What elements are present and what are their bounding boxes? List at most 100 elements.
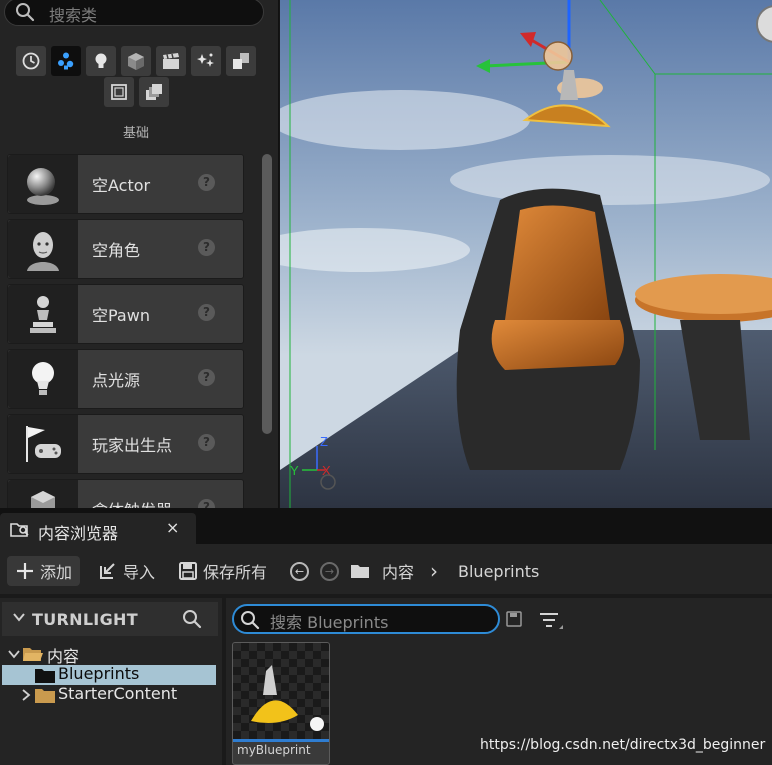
- help-icon[interactable]: ?: [198, 434, 215, 451]
- visual-effects-category-button[interactable]: [191, 46, 221, 76]
- basic-shapes-icon: [58, 52, 74, 70]
- chair-seat-cushion: [491, 320, 624, 370]
- basic-category-button[interactable]: [51, 46, 81, 76]
- actor-thumb: [8, 480, 78, 508]
- asset-tile[interactable]: myBlueprint: [232, 642, 330, 765]
- add-button-label: 添加: [40, 563, 73, 582]
- actor-item-label: 点光源: [92, 371, 141, 390]
- breadcrumb-label: 内容: [382, 563, 415, 582]
- tree-item-label: Blueprints: [58, 664, 140, 683]
- arrow-right-icon: →: [320, 561, 339, 581]
- actor-item-empty-actor[interactable]: 空Actor ?: [7, 154, 244, 214]
- import-button[interactable]: 导入: [98, 557, 155, 585]
- add-button[interactable]: 添加: [7, 556, 80, 586]
- history-back-button[interactable]: ←: [290, 557, 309, 585]
- tree-item-label: StarterContent: [58, 684, 178, 703]
- actor-item-empty-character[interactable]: 空角色 ?: [7, 219, 244, 279]
- breadcrumb-separator[interactable]: ›: [430, 557, 438, 585]
- close-tab-icon[interactable]: ×: [166, 518, 179, 537]
- all-classes-category-button[interactable]: [139, 77, 169, 107]
- class-search-placeholder: 搜索类: [49, 6, 98, 25]
- help-icon[interactable]: ?: [198, 304, 215, 321]
- help-icon[interactable]: ?: [198, 174, 215, 191]
- save-icon: [179, 562, 197, 580]
- breadcrumb-label: Blueprints: [458, 561, 540, 581]
- tree-item-blueprints[interactable]: Blueprints: [2, 664, 216, 685]
- actor-item-box-trigger[interactable]: 盒体触发器 ?: [7, 479, 244, 508]
- content-browser-toolbar: 添加 导入 保存所有 ← → 内容 › Blueprints: [0, 544, 772, 594]
- save-all-button-label: 保存所有: [203, 563, 268, 582]
- folder-icon: [35, 669, 55, 683]
- watermark-text: https://blog.csdn.net/directx3d_beginner: [480, 737, 766, 753]
- cinematic-clapper-icon: [163, 53, 179, 69]
- arrow-left-icon: ←: [290, 561, 309, 581]
- cloud: [280, 90, 530, 150]
- asset-search-box[interactable]: 搜索 Blueprints: [232, 604, 500, 634]
- geometry-category-button[interactable]: [226, 46, 256, 76]
- character-head-icon: [27, 232, 59, 271]
- lightbulb-icon: [95, 53, 107, 68]
- chevron-down-icon[interactable]: [8, 648, 20, 660]
- cube-icon: [128, 53, 144, 70]
- shapes-category-button[interactable]: [121, 46, 151, 76]
- pawn-icon: [30, 296, 56, 333]
- actor-item-label: 空Actor: [92, 176, 151, 195]
- breadcrumb-blueprints[interactable]: Blueprints: [458, 557, 539, 585]
- actor-list-scrollbar[interactable]: [262, 154, 272, 434]
- history-forward-button[interactable]: →: [320, 557, 339, 585]
- actor-item-label: 空Pawn: [92, 306, 150, 325]
- cinematic-category-button[interactable]: [156, 46, 186, 76]
- actor-item-player-start[interactable]: 玩家出生点 ?: [7, 414, 244, 474]
- actor-item-point-light[interactable]: 点光源 ?: [7, 349, 244, 409]
- viewport-scene: Z Y X: [280, 0, 772, 508]
- recent-category-button[interactable]: [16, 46, 46, 76]
- breadcrumb-content[interactable]: 内容: [382, 557, 414, 585]
- asset-thumbnail: [233, 643, 329, 739]
- search-icon: [16, 3, 35, 22]
- tree-item-content[interactable]: 内容: [2, 644, 216, 666]
- actor-thumb: [8, 415, 78, 473]
- path-root-folder-button[interactable]: [350, 557, 375, 585]
- axis-label-z: Z: [320, 434, 328, 449]
- import-icon: [100, 563, 115, 579]
- class-search-box[interactable]: 搜索类: [4, 0, 264, 26]
- actor-thumb: [8, 155, 78, 213]
- help-icon[interactable]: ?: [198, 239, 215, 256]
- sources-header[interactable]: TURNLIGHT: [2, 602, 218, 636]
- category-toolbar: [16, 46, 256, 76]
- volumes-category-button[interactable]: [104, 77, 134, 107]
- save-search-icon[interactable]: [506, 611, 522, 627]
- actor-item-label: 盒体触发器: [92, 497, 172, 508]
- filter-icon[interactable]: [538, 610, 564, 630]
- actor-item-empty-pawn[interactable]: 空Pawn ?: [7, 284, 244, 344]
- lights-category-button[interactable]: [86, 46, 116, 76]
- search-icon[interactable]: [182, 609, 202, 629]
- all-classes-icon: [146, 84, 162, 100]
- asset-name: myBlueprint: [237, 743, 311, 757]
- actor-thumb: [8, 220, 78, 278]
- chevron-right-icon[interactable]: [20, 689, 32, 701]
- tab-title: 内容浏览器: [38, 524, 119, 543]
- help-icon[interactable]: ?: [198, 369, 215, 386]
- search-icon: [241, 611, 260, 630]
- chair-back-cushion: [505, 205, 610, 320]
- cloud: [450, 155, 770, 205]
- visual-effects-icon: [197, 53, 214, 67]
- help-icon[interactable]: ?: [198, 499, 215, 508]
- axis-label-y: Y: [290, 463, 299, 478]
- asset-type-strip: [233, 739, 329, 742]
- chevron-right-icon: ›: [430, 559, 438, 583]
- chevron-down-icon: [13, 613, 25, 622]
- level-viewport[interactable]: Z Y X: [280, 0, 772, 508]
- tree-item-starter-content[interactable]: StarterContent: [2, 684, 216, 705]
- project-name: TURNLIGHT: [32, 610, 138, 629]
- category-toolbar-row-2: [104, 77, 169, 107]
- content-browser-tab[interactable]: 内容浏览器 ×: [0, 513, 196, 544]
- place-actors-panel: 搜索类 基础 空Actor ? 空角色 ? 空Pawn ? 点光源 ? 玩家出生…: [0, 0, 279, 508]
- gizmo-center[interactable]: [543, 41, 573, 71]
- geometry-icon: [233, 53, 249, 69]
- volumes-icon: [111, 84, 127, 100]
- clock-icon: [22, 52, 40, 70]
- save-all-button[interactable]: 保存所有: [178, 557, 267, 585]
- actor-item-label: 空角色: [92, 241, 141, 260]
